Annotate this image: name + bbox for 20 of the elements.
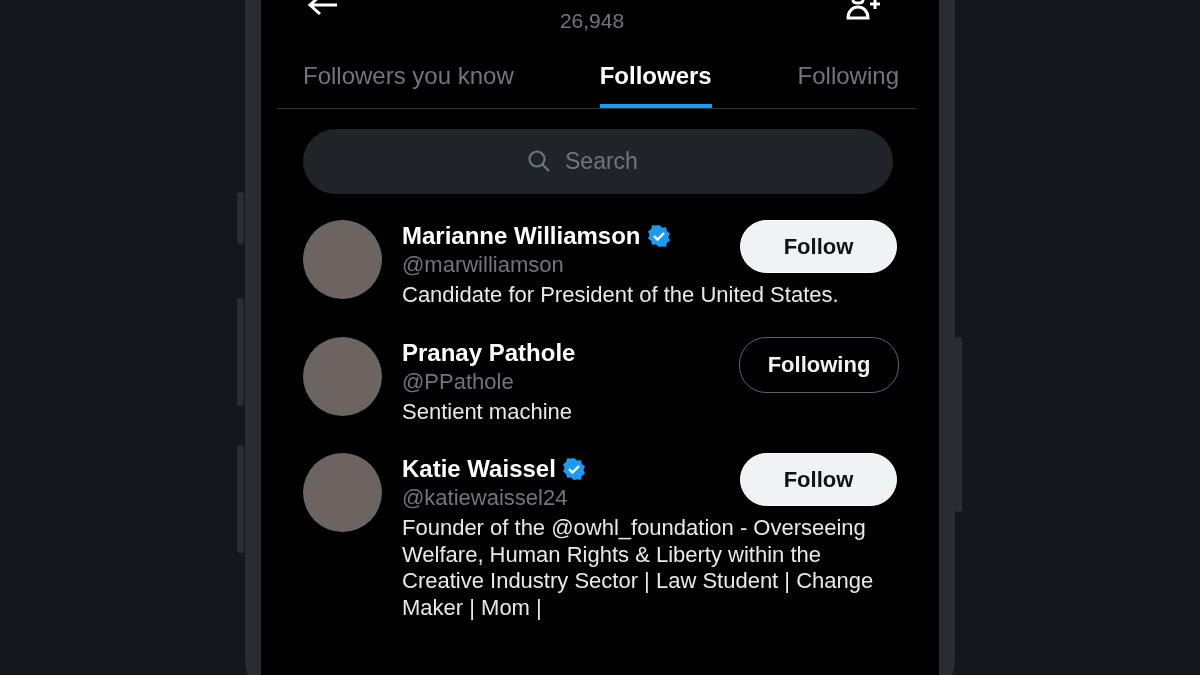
user-bio: Sentient machine [402,398,573,425]
tab[interactable]: Following [797,44,899,108]
following-button[interactable]: Following [739,336,899,393]
back-arrow-icon[interactable] [307,0,339,16]
user-handle: @katiewaissel24 [402,485,569,511]
follow-button[interactable]: Follow [740,220,897,273]
user-name[interactable]: Marianne Williamson [402,222,641,250]
search-icon [527,149,551,173]
user-name[interactable]: Katie Waissel [402,455,556,483]
user-name[interactable]: Pranay Pathole [402,338,576,367]
follow-button[interactable]: Follow [740,453,897,506]
user-handle: @PPathole [402,368,515,395]
search-field[interactable]: Search [303,129,893,194]
user-handle: @marwilliamson [402,252,565,278]
user-bio: Founder of the @owhl_foundation - Overseeing Welfare, Human Rights & Liberty within the Creative Industry Sector | Law Student | Change Maker | Mom | [402,515,875,621]
add-person-icon[interactable] [845,0,881,20]
tab[interactable]: Followers [599,44,712,108]
follower-count: 26,948 [559,9,625,33]
user-bio: Candidate for President of the United States. [402,282,840,309]
tab[interactable]: Followers you know [303,44,514,108]
